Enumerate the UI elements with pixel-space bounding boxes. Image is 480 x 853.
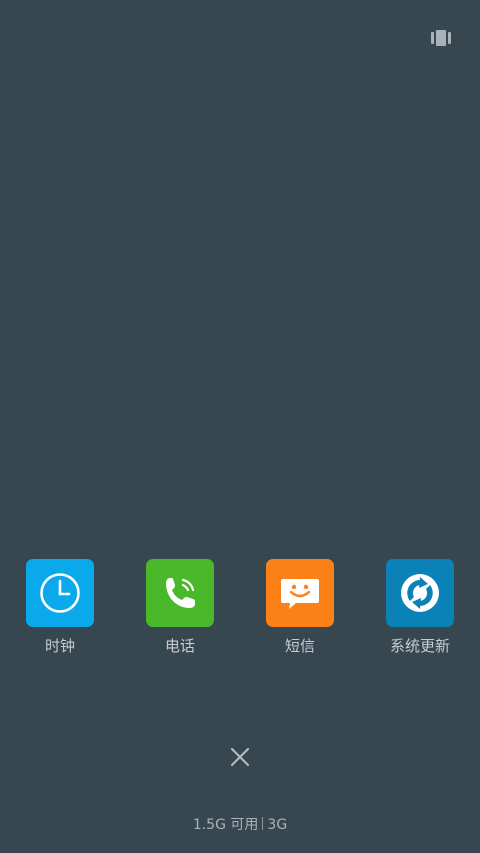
message-icon	[281, 579, 319, 609]
recent-app-phone[interactable]: 电话	[120, 559, 240, 655]
memory-info: 1.5G 可用 3G	[0, 816, 480, 834]
view-mode-icon-right	[448, 32, 451, 44]
clear-all-button[interactable]	[228, 745, 252, 769]
recent-app-messages[interactable]: 短信	[240, 559, 360, 655]
memory-total: 3G	[267, 817, 288, 833]
memory-separator	[262, 817, 264, 830]
close-icon	[231, 748, 249, 766]
phone-icon	[166, 578, 195, 608]
view-mode-icon-center	[436, 30, 446, 46]
recent-app-clock[interactable]: 时钟	[0, 559, 120, 655]
clock-app-icon	[26, 559, 94, 627]
app-label-messages: 短信	[284, 637, 315, 655]
memory-available: 1.5G 可用	[192, 817, 259, 833]
app-label-system-update: 系统更新	[389, 637, 450, 655]
recent-app-system-update[interactable]: 系统更新	[360, 559, 480, 655]
clock-icon	[40, 573, 80, 613]
system-update-icon	[401, 574, 439, 612]
view-mode-icon	[431, 32, 434, 44]
phone-app-icon	[146, 559, 214, 627]
app-label-clock: 时钟	[44, 637, 75, 655]
system-update-app-icon	[386, 559, 454, 627]
app-label-phone: 电话	[164, 637, 195, 655]
messages-app-icon	[266, 559, 334, 627]
view-mode-button[interactable]	[431, 30, 451, 46]
